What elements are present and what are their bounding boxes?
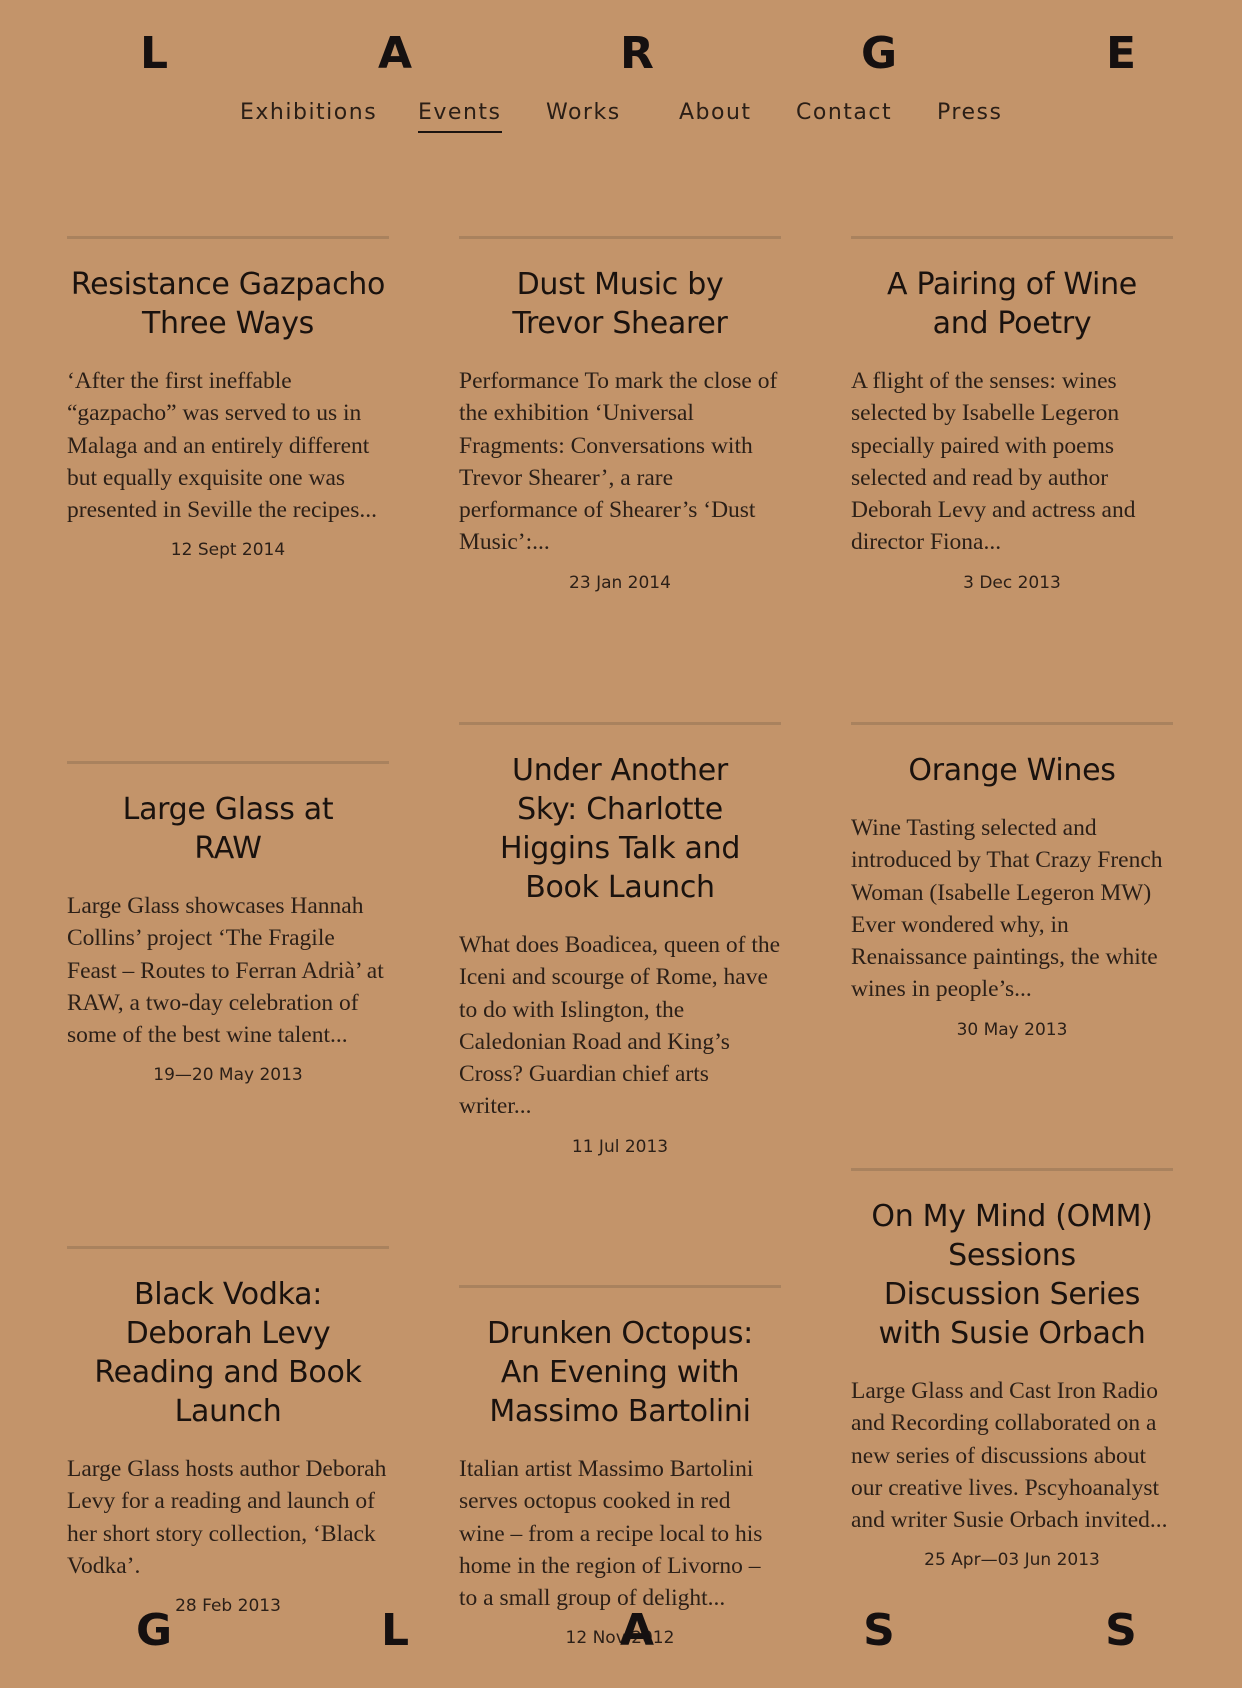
divider	[459, 1285, 781, 1288]
logo-letter-g-bottom: G	[135, 1605, 173, 1656]
event-title[interactable]: Orange Wines	[851, 751, 1173, 790]
divider	[459, 236, 781, 239]
divider	[851, 236, 1173, 239]
event-title[interactable]: Black Vodka: Deborah Levy Reading and Bo…	[67, 1275, 389, 1431]
logo-letter-s-bottom: S	[863, 1605, 895, 1656]
divider	[67, 1246, 389, 1249]
event-card[interactable]: Under Another Sky: Charlotte Higgins Tal…	[459, 722, 781, 1157]
event-date: 23 Jan 2014	[569, 572, 671, 593]
event-excerpt: Italian artist Massimo Bartolini serves …	[459, 1456, 763, 1612]
event-card[interactable]: On My Mind (OMM) Sessions Discussion Ser…	[851, 1168, 1173, 1570]
event-card[interactable]: Resistance Gazpacho Three Ways ‘After th…	[67, 236, 389, 560]
event-title[interactable]: A Pairing of Wine and Poetry	[851, 265, 1173, 343]
event-title[interactable]: Drunken Octopus: An Evening with Massimo…	[459, 1314, 781, 1431]
logo-letter-s2-bottom: S	[1105, 1605, 1137, 1656]
nav-contact[interactable]: Contact	[796, 100, 892, 131]
event-date: 3 Dec 2013	[963, 572, 1061, 593]
divider	[67, 236, 389, 239]
event-card[interactable]: Drunken Octopus: An Evening with Massimo…	[459, 1285, 781, 1648]
logo-letter-a: A	[377, 28, 413, 79]
event-title[interactable]: Resistance Gazpacho Three Ways	[67, 265, 389, 343]
event-card[interactable]: Dust Music by Trevor Shearer Performance…	[459, 236, 781, 593]
logo-letter-g: G	[860, 28, 898, 79]
event-title[interactable]: On My Mind (OMM) Sessions Discussion Ser…	[851, 1197, 1173, 1353]
event-excerpt: Large Glass hosts author Deborah Levy fo…	[67, 1456, 387, 1579]
logo-letter-a-bottom: A	[619, 1605, 655, 1656]
nav-press[interactable]: Press	[937, 100, 1002, 131]
nav-about[interactable]: About	[679, 100, 752, 131]
event-excerpt: Wine Tasting selected and introduced by …	[851, 815, 1163, 1003]
event-excerpt: Performance To mark the close of the exh…	[459, 368, 778, 556]
event-card[interactable]: Large Glass at RAW Large Glass showcases…	[67, 761, 389, 1085]
event-excerpt: Large Glass and Cast Iron Radio and Reco…	[851, 1378, 1168, 1534]
main-nav: Exhibitions Events Works About Contact P…	[0, 100, 1242, 144]
logo-letter-e: E	[1105, 28, 1137, 79]
event-card[interactable]: Orange Wines Wine Tasting selected and i…	[851, 722, 1173, 1040]
divider	[851, 722, 1173, 725]
logo-letter-r: R	[620, 28, 654, 79]
nav-events[interactable]: Events	[418, 100, 502, 133]
event-title[interactable]: Large Glass at RAW	[67, 790, 389, 868]
divider	[851, 1168, 1173, 1171]
divider	[459, 722, 781, 725]
event-date: 28 Feb 2013	[175, 1596, 281, 1617]
event-date: 19—20 May 2013	[153, 1065, 303, 1086]
nav-works[interactable]: Works	[546, 100, 621, 131]
event-title[interactable]: Under Another Sky: Charlotte Higgins Tal…	[459, 751, 781, 907]
event-excerpt: ‘After the first ineffable “gazpacho” wa…	[67, 368, 377, 524]
event-date: 11 Jul 2013	[571, 1136, 669, 1157]
event-card[interactable]: Black Vodka: Deborah Levy Reading and Bo…	[67, 1246, 389, 1616]
divider	[67, 761, 389, 764]
event-date: 25 Apr—03 Jun 2013	[924, 1550, 1100, 1571]
logo-letter-l-bottom: L	[380, 1605, 410, 1656]
nav-exhibitions[interactable]: Exhibitions	[240, 100, 377, 131]
event-excerpt: What does Boadicea, queen of the Iceni a…	[459, 932, 781, 1120]
event-card[interactable]: A Pairing of Wine and Poetry A flight of…	[851, 236, 1173, 593]
event-excerpt: A flight of the senses: wines selected b…	[851, 368, 1136, 556]
logo-letter-l: L	[139, 28, 169, 79]
event-title[interactable]: Dust Music by Trevor Shearer	[459, 265, 781, 343]
event-date: 12 Sept 2014	[170, 540, 286, 561]
event-excerpt: Large Glass showcases Hannah Collins’ pr…	[67, 893, 384, 1049]
event-date: 30 May 2013	[956, 1019, 1068, 1040]
